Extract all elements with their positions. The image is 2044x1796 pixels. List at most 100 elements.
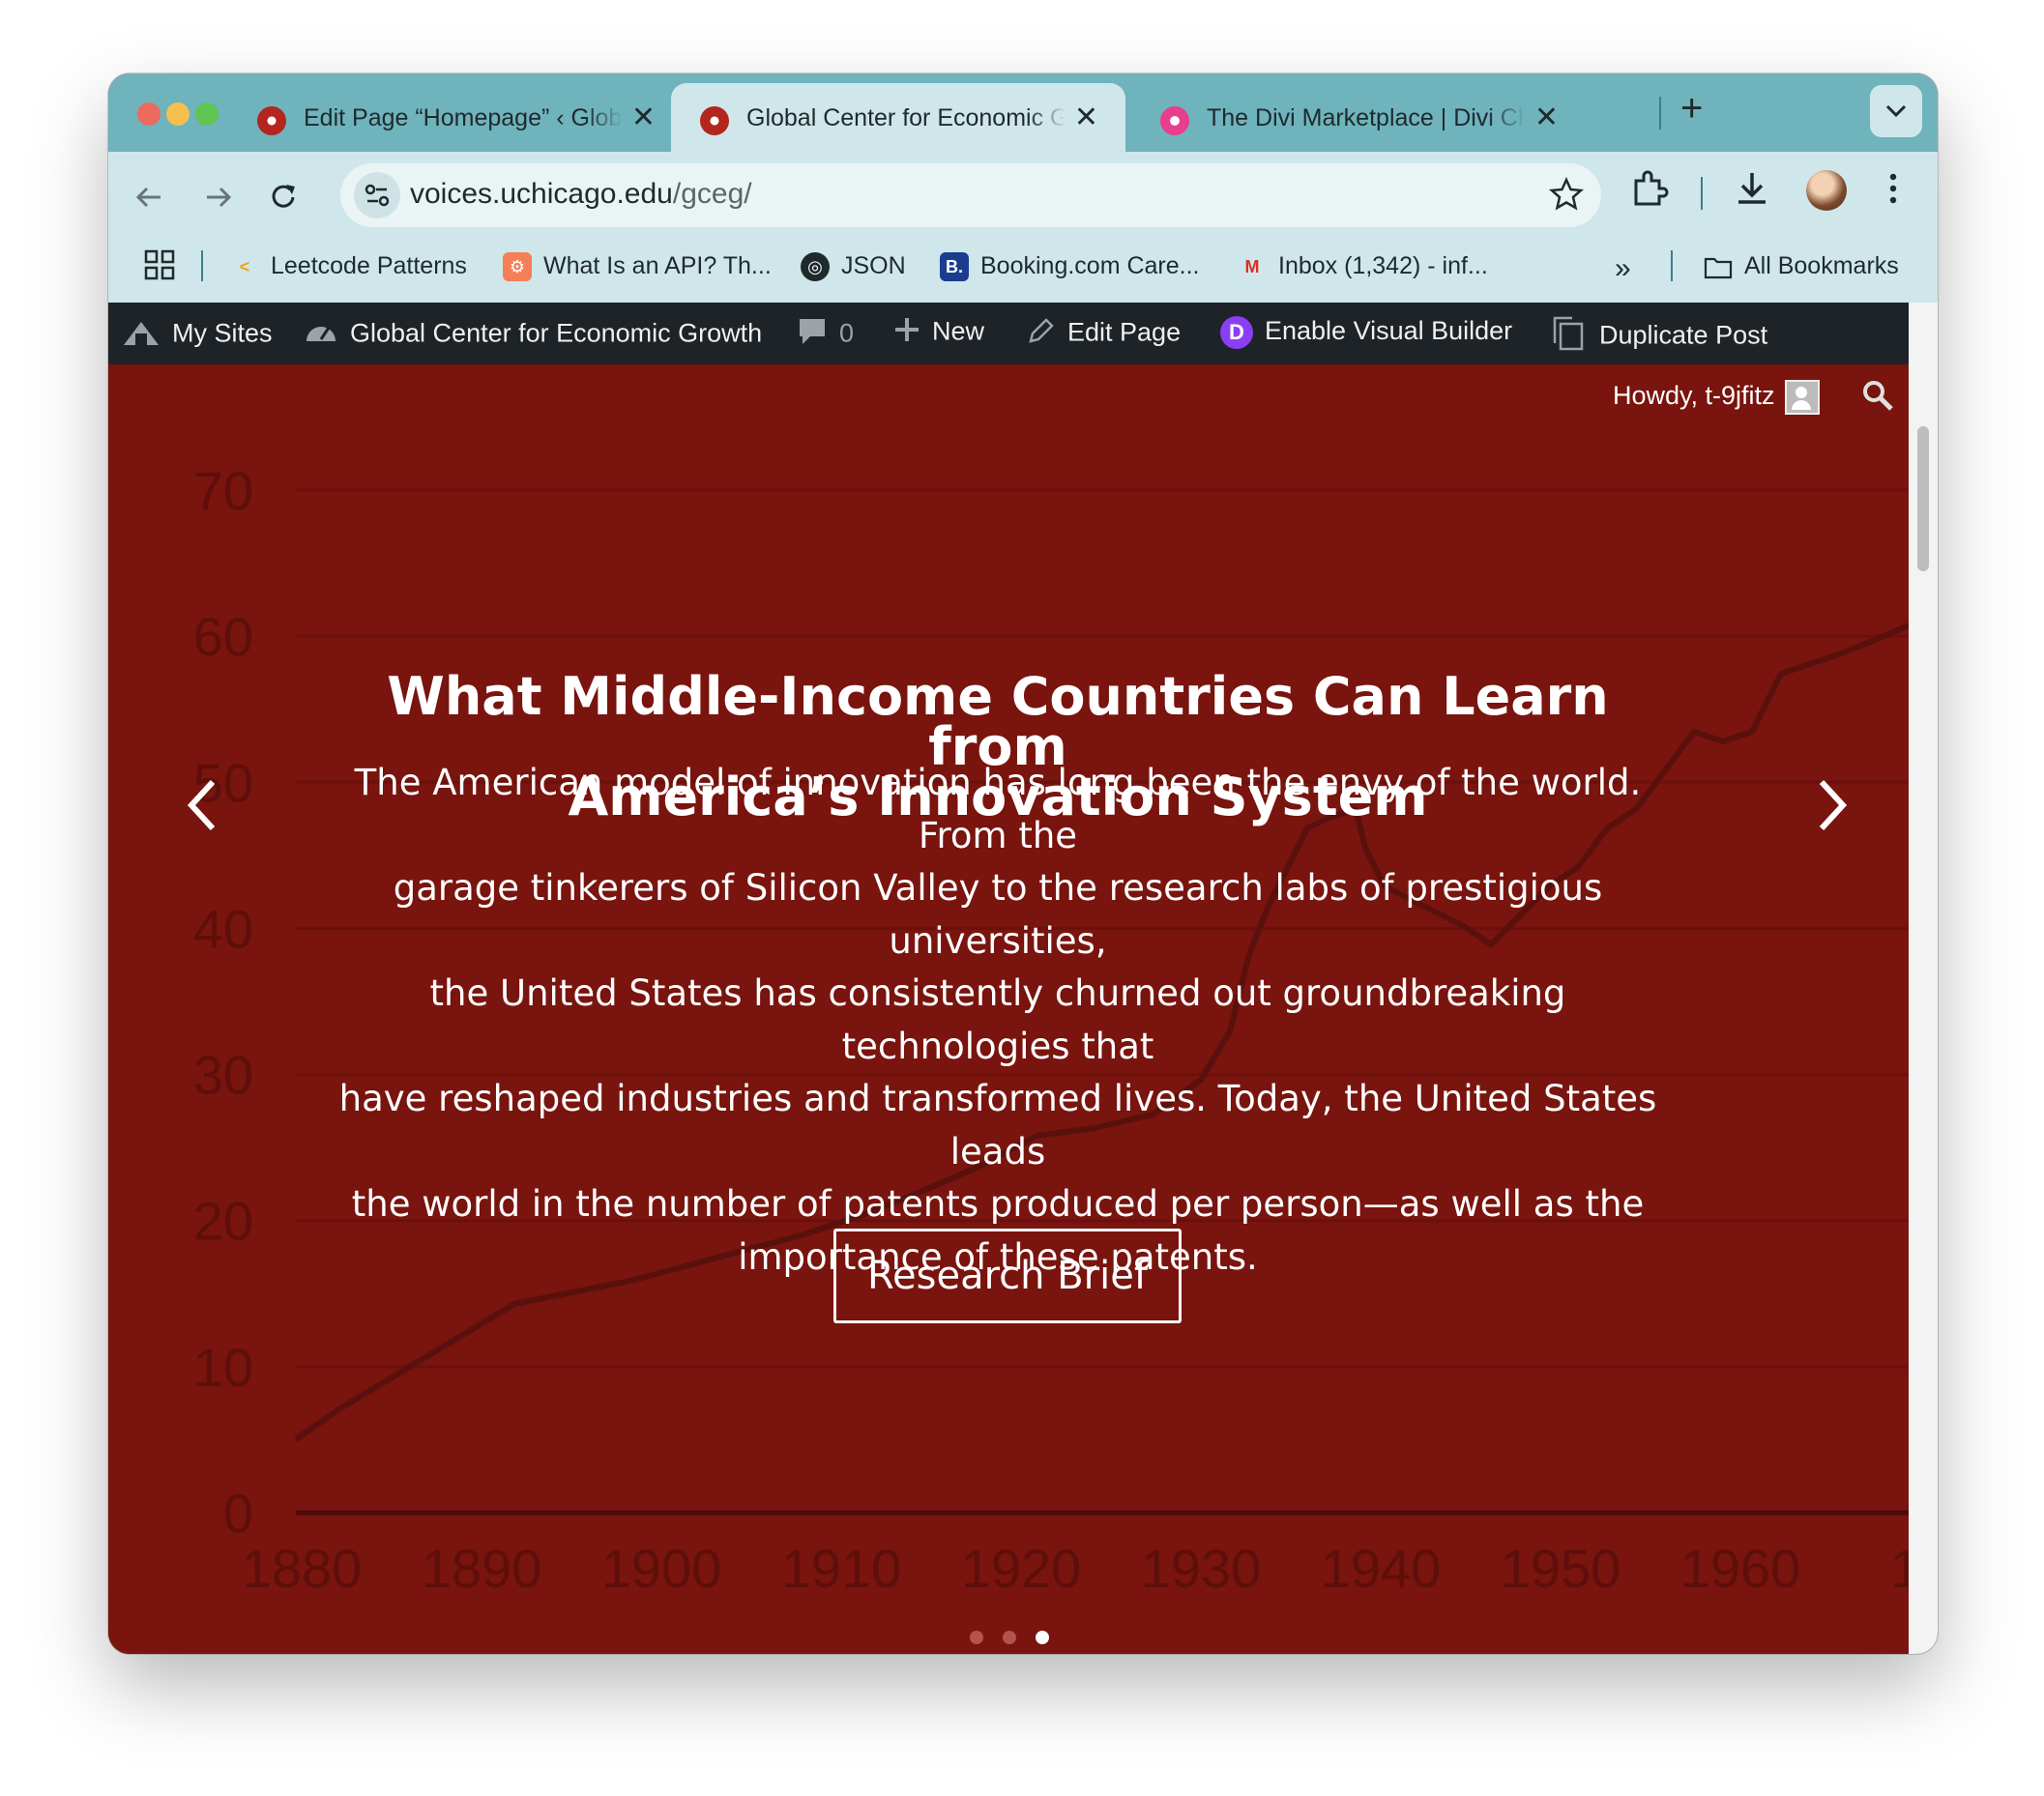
bookmark-label: Booking.com Care... [980, 252, 1200, 279]
admin-howdy[interactable]: Howdy, t-9jfitz [1613, 380, 1820, 415]
downloads-icon[interactable] [1733, 169, 1771, 217]
chart-x-tick-label: 1930 [1141, 1538, 1262, 1599]
slide-body-line: garage tinkerers of Silicon Valley to th… [393, 867, 1603, 962]
chart-y-tick-label: 20 [193, 1191, 253, 1252]
zoom-window-button[interactable] [195, 102, 219, 126]
bookmark-label: JSON [841, 252, 906, 279]
bookmark-booking[interactable]: B. Booking.com Care... [940, 252, 1200, 287]
slider-dot-3[interactable] [1036, 1631, 1049, 1644]
admin-comments-count: 0 [839, 318, 855, 348]
url-host: voices.uchicago.edu [410, 178, 673, 210]
slider-dot-2[interactable] [1003, 1631, 1016, 1644]
admin-site-name-label: Global Center for Economic Growth [350, 318, 763, 348]
comment-bubble-icon [797, 316, 828, 354]
tab-search-button[interactable] [1870, 85, 1922, 137]
slide-body-line: the United States has consistently churn… [429, 972, 1566, 1067]
chart-x-axis: 1880 1890 1900 1910 1920 1930 1940 1950 1960 19 [242, 1538, 1909, 1599]
browser-window: Edit Page “Homepage” ‹ Global Center for… [108, 73, 1938, 1654]
bookmarks-overflow-button[interactable]: » [1615, 252, 1631, 287]
slider-dot-1[interactable] [970, 1631, 983, 1644]
close-window-button[interactable] [137, 102, 161, 126]
new-tab-button[interactable]: + [1680, 87, 1703, 130]
profile-avatar[interactable] [1806, 170, 1847, 211]
admin-visual-builder[interactable]: D Enable Visual Builder [1220, 316, 1512, 349]
scrollbar-thumb[interactable] [1917, 426, 1929, 571]
admin-duplicate-post[interactable]: Duplicate Post [1549, 316, 1767, 358]
bookmark-inbox[interactable]: M Inbox (1,342) - inf... [1238, 252, 1488, 287]
tab-title: Edit Page “Homepage” ‹ Global Center for… [304, 104, 623, 131]
reload-icon [272, 185, 295, 208]
chart-x-tick-label: 1890 [422, 1538, 542, 1599]
bookmark-star-icon[interactable] [1548, 176, 1585, 217]
howdy-label: Howdy, t-9jfitz [1613, 381, 1775, 411]
all-bookmarks-button[interactable]: All Bookmarks [1704, 252, 1899, 287]
folder-icon [1704, 252, 1733, 281]
next-slide-arrow-icon[interactable] [1808, 767, 1856, 860]
forward-button[interactable] [201, 181, 234, 222]
reload-button[interactable] [267, 181, 300, 222]
hubspot-icon: ⚙ [503, 252, 532, 282]
leetcode-icon: < [239, 257, 250, 277]
tab-close-icon[interactable]: ✕ [1534, 101, 1559, 134]
tab-global-center[interactable]: Global Center for Economic Growth ✕ [671, 83, 1125, 152]
pencil-icon [1027, 316, 1056, 352]
admin-site-name[interactable]: Global Center for Economic Growth [304, 316, 762, 354]
bookmark-divider [1671, 250, 1673, 281]
address-bar[interactable]: voices.uchicago.edu/gceg/ [340, 163, 1601, 227]
chevron-down-icon [1885, 104, 1907, 118]
tab-close-icon[interactable]: ✕ [631, 101, 656, 134]
my-sites-icon [122, 316, 161, 354]
apps-grid-icon[interactable] [143, 248, 176, 283]
chart-y-tick-label: 0 [223, 1483, 253, 1544]
back-arrow-icon [135, 187, 161, 208]
globe-favicon-icon [700, 106, 729, 135]
admin-comments[interactable]: 0 [797, 316, 854, 354]
chart-y-tick-label: 70 [193, 460, 253, 521]
slide-body-line: have reshaped industries and transformed… [338, 1078, 1657, 1173]
tab-divi-marketplace[interactable]: The Divi Marketplace | Divi Child Themes… [1131, 83, 1586, 152]
research-brief-button[interactable]: Research Brief [833, 1229, 1182, 1323]
admin-visual-builder-label: Enable Visual Builder [1265, 316, 1513, 346]
toolbar-divider [1701, 177, 1703, 210]
extensions-icon[interactable] [1630, 169, 1669, 217]
admin-my-sites-label: My Sites [172, 318, 273, 348]
admin-edit-page[interactable]: Edit Page [1027, 316, 1181, 352]
bookmark-divider [201, 250, 203, 281]
bookmark-label: All Bookmarks [1744, 252, 1899, 279]
chart-x-tick-label: 1940 [1321, 1538, 1442, 1599]
booking-icon: B. [940, 252, 969, 282]
url-path: /gceg/ [672, 178, 752, 210]
browser-menu-icon[interactable] [1885, 169, 1901, 217]
tab-title: Global Center for Economic Growth [746, 104, 1066, 131]
page-scrollbar[interactable] [1909, 303, 1938, 1654]
forward-arrow-icon [207, 187, 232, 208]
chart-x-tick-label: 1910 [781, 1538, 902, 1599]
url-text[interactable]: voices.uchicago.edu/gceg/ [410, 178, 752, 211]
admin-duplicate-post-label: Duplicate Post [1599, 320, 1768, 350]
browser-toolbar: voices.uchicago.edu/gceg/ < Leetcode Patt… [108, 152, 1938, 303]
bookmark-what-is-api[interactable]: ⚙ What Is an API? Th... [503, 252, 772, 287]
prev-slide-arrow-icon[interactable] [178, 767, 226, 860]
bookmark-leetcode-patterns[interactable]: < Leetcode Patterns [230, 252, 467, 287]
admin-new[interactable]: New [893, 316, 984, 350]
hero-slider: 70 60 50 40 30 20 10 0 1880 1890 1900 1910 1920 1930… [108, 364, 1909, 1654]
tab-edit-page[interactable]: Edit Page “Homepage” ‹ Global Center for… [228, 83, 683, 152]
search-icon[interactable] [1860, 378, 1895, 420]
admin-my-sites[interactable]: My Sites [122, 316, 273, 354]
bookmark-label: Inbox (1,342) - inf... [1278, 252, 1488, 279]
chart-y-tick-label: 10 [193, 1337, 253, 1398]
chart-x-tick-label: 1920 [961, 1538, 1082, 1599]
json-icon: ◎ [801, 252, 830, 282]
tab-close-icon[interactable]: ✕ [1074, 101, 1098, 134]
gmail-icon: M [1244, 257, 1260, 277]
minimize-window-button[interactable] [166, 102, 190, 126]
tab-divider [1659, 97, 1661, 130]
bookmark-json[interactable]: ◎ JSON [801, 252, 906, 287]
chart-x-tick-label: 1960 [1680, 1538, 1801, 1599]
chart-y-tick-label: 60 [193, 606, 253, 667]
back-button[interactable] [133, 181, 166, 222]
tab-strip: Edit Page “Homepage” ‹ Global Center for… [108, 73, 1938, 152]
user-avatar-icon [1784, 380, 1820, 415]
plus-icon [893, 316, 920, 350]
site-info-icon[interactable] [354, 172, 400, 218]
